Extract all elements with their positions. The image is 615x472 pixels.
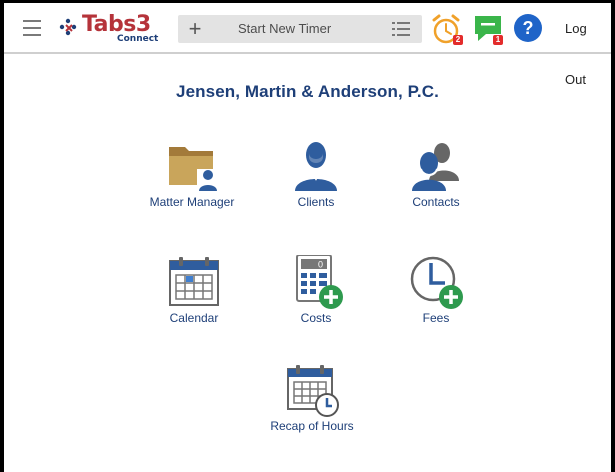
- hamburger-menu-icon[interactable]: [23, 20, 47, 38]
- folder-person-icon: [169, 147, 219, 193]
- calendar-clock-icon: [287, 365, 339, 417]
- logo-mark-icon: [59, 18, 77, 36]
- alarm-count-badge: 2: [453, 35, 463, 45]
- add-timer-button[interactable]: +: [184, 15, 206, 43]
- people-icon: [412, 143, 459, 191]
- tile-fees[interactable]: Fees: [376, 255, 496, 335]
- tile-label: Matter Manager: [149, 195, 235, 209]
- tile-matter-manager[interactable]: Matter Manager: [132, 139, 252, 219]
- log-out-link[interactable]: Log Out: [565, 3, 611, 87]
- logo-subtext: Connect: [117, 34, 159, 44]
- help-icon[interactable]: ?: [514, 14, 542, 42]
- tile-label: Contacts: [412, 195, 460, 209]
- tile-clients[interactable]: Clients: [256, 139, 376, 219]
- clock-plus-icon: [410, 256, 463, 309]
- alarm-clock-icon[interactable]: 2: [431, 13, 465, 47]
- tile-label: Recap of Hours: [270, 419, 354, 433]
- app-window: Tabs3 Connect + Start New Timer 2 1 ? Lo…: [4, 3, 611, 472]
- start-timer-label[interactable]: Start New Timer: [238, 15, 331, 43]
- timer-list-icon[interactable]: [392, 22, 410, 36]
- tile-label: Costs: [300, 311, 332, 325]
- svg-text:0: 0: [318, 260, 323, 270]
- messages-icon[interactable]: 1: [473, 13, 507, 47]
- tile-recap-of-hours[interactable]: Recap of Hours: [252, 363, 372, 443]
- tile-label: Fees: [422, 311, 450, 325]
- person-icon: [295, 142, 337, 191]
- page-title: Jensen, Martin & Anderson, P.C.: [176, 82, 439, 101]
- tabs3-logo[interactable]: Tabs3 Connect: [57, 10, 167, 46]
- tile-calendar[interactable]: Calendar: [134, 255, 254, 335]
- calculator-plus-icon: 0: [296, 255, 343, 309]
- start-timer-bar[interactable]: + Start New Timer: [178, 15, 422, 43]
- tile-label: Calendar: [169, 311, 219, 325]
- tile-costs[interactable]: 0 Costs: [256, 255, 376, 335]
- tile-label: Clients: [297, 195, 335, 209]
- top-bar: Tabs3 Connect + Start New Timer 2 1 ? Lo…: [4, 3, 611, 87]
- tile-contacts[interactable]: Contacts: [376, 139, 496, 219]
- messages-count-badge: 1: [493, 35, 503, 45]
- calendar-icon: [169, 257, 219, 306]
